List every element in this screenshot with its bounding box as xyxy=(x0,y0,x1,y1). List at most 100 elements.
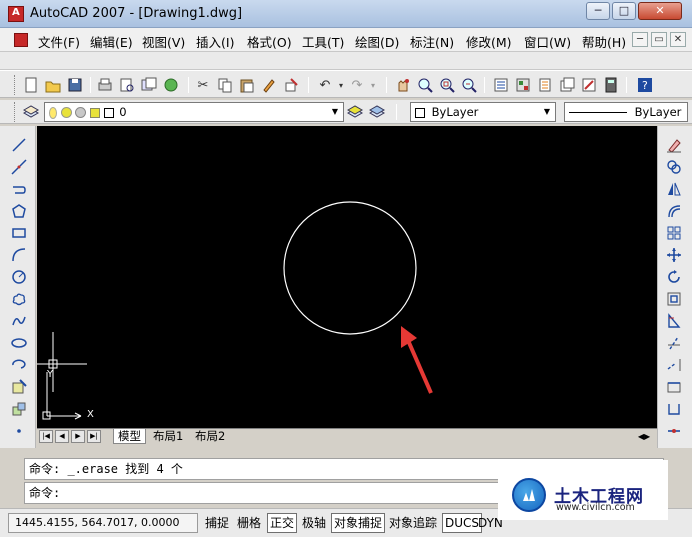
snap-toggle[interactable]: 捕捉 xyxy=(202,513,232,533)
zoom-window-icon[interactable] xyxy=(438,76,456,94)
menu-edit[interactable]: 编辑(E) xyxy=(90,32,133,51)
design-center-icon[interactable] xyxy=(514,76,532,94)
close-button[interactable]: ✕ xyxy=(638,2,682,20)
menu-dimension[interactable]: 标注(N) xyxy=(410,32,454,51)
tab-model[interactable]: 模型 xyxy=(113,429,146,444)
move-icon[interactable] xyxy=(664,246,684,264)
point-icon[interactable] xyxy=(9,422,29,440)
doc-restore-button[interactable]: ▭ xyxy=(651,32,667,47)
scroll-right-icon[interactable]: ◀▶ xyxy=(637,430,651,443)
maximize-button[interactable]: □ xyxy=(612,2,636,20)
coordinate-readout[interactable]: 1445.4155, 564.7017, 0.0000 xyxy=(8,513,198,533)
construction-line-icon[interactable] xyxy=(9,158,29,176)
pan-icon[interactable] xyxy=(394,76,412,94)
menu-view[interactable]: 视图(V) xyxy=(142,32,185,51)
color-swatch xyxy=(415,107,425,118)
polar-toggle[interactable]: 极轴 xyxy=(299,513,329,533)
plot-icon[interactable] xyxy=(96,76,114,94)
last-tab-button[interactable]: ▶| xyxy=(87,430,101,443)
toolbar-grip[interactable] xyxy=(14,75,17,95)
next-tab-button[interactable]: ▶ xyxy=(71,430,85,443)
save-icon[interactable] xyxy=(66,76,84,94)
block-editor-icon[interactable] xyxy=(282,76,300,94)
trim-icon[interactable] xyxy=(664,334,684,352)
publish-icon[interactable] xyxy=(140,76,158,94)
rotate-icon[interactable] xyxy=(664,268,684,286)
minimize-button[interactable]: ─ xyxy=(586,2,610,20)
zoom-realtime-icon[interactable] xyxy=(416,76,434,94)
toolbar-grip[interactable] xyxy=(14,102,17,122)
first-tab-button[interactable]: |◀ xyxy=(39,430,53,443)
menu-file[interactable]: 文件(F) xyxy=(38,32,80,51)
menu-insert[interactable]: 插入(I) xyxy=(196,32,234,51)
autocad-app-icon[interactable] xyxy=(8,6,24,22)
markup-set-manager-icon[interactable] xyxy=(580,76,598,94)
otrack-toggle[interactable]: 对象追踪 xyxy=(386,513,440,533)
layer-combo[interactable]: 0 ▼ xyxy=(44,102,344,122)
doc-close-button[interactable]: ✕ xyxy=(670,32,686,47)
erase-icon[interactable] xyxy=(664,136,684,154)
drawn-circle[interactable] xyxy=(283,201,417,335)
open-file-icon[interactable] xyxy=(44,76,62,94)
cut-icon[interactable]: ✂ xyxy=(194,76,212,94)
quickcalc-icon[interactable] xyxy=(602,76,620,94)
break-at-point-icon[interactable] xyxy=(664,378,684,396)
join-icon[interactable] xyxy=(664,422,684,440)
3d-dwf-icon[interactable] xyxy=(162,76,180,94)
polygon-icon[interactable] xyxy=(9,202,29,220)
drawing-canvas[interactable]: X Y xyxy=(37,126,657,428)
sheet-set-manager-icon[interactable] xyxy=(558,76,576,94)
paste-icon[interactable] xyxy=(238,76,256,94)
copy-object-icon[interactable] xyxy=(664,158,684,176)
revision-cloud-icon[interactable] xyxy=(9,290,29,308)
doc-minimize-button[interactable]: ─ xyxy=(632,32,648,47)
menu-help[interactable]: 帮助(H) xyxy=(582,32,626,51)
prev-tab-button[interactable]: ◀ xyxy=(55,430,69,443)
layer-manager-icon[interactable] xyxy=(22,103,40,121)
chevron-down-icon[interactable]: ▼ xyxy=(541,105,553,119)
toolbar-separator xyxy=(626,77,627,93)
rectangle-icon[interactable] xyxy=(9,224,29,242)
copy-icon[interactable] xyxy=(216,76,234,94)
redo-dropdown-icon[interactable]: ▾ xyxy=(364,76,382,94)
ellipse-arc-icon[interactable] xyxy=(9,356,29,374)
spline-icon[interactable] xyxy=(9,312,29,330)
make-object-layer-current-icon[interactable] xyxy=(346,103,364,121)
tool-palettes-icon[interactable] xyxy=(536,76,554,94)
polyline-icon[interactable] xyxy=(9,180,29,198)
stretch-icon[interactable] xyxy=(664,312,684,330)
mirror-icon[interactable] xyxy=(664,180,684,198)
ellipse-icon[interactable] xyxy=(9,334,29,352)
scale-icon[interactable] xyxy=(664,290,684,308)
layer-previous-icon[interactable] xyxy=(368,103,386,121)
new-file-icon[interactable] xyxy=(22,76,40,94)
menu-modify[interactable]: 修改(M) xyxy=(466,32,512,51)
tab-layout1[interactable]: 布局1 xyxy=(149,429,187,444)
linetype-combo[interactable]: ByLayer xyxy=(564,102,688,122)
arc-icon[interactable] xyxy=(9,246,29,264)
tab-layout2[interactable]: 布局2 xyxy=(191,429,229,444)
menu-draw[interactable]: 绘图(D) xyxy=(355,32,399,51)
offset-icon[interactable] xyxy=(664,202,684,220)
extend-icon[interactable] xyxy=(664,356,684,374)
match-properties-icon[interactable] xyxy=(260,76,278,94)
help-icon[interactable]: ? xyxy=(636,76,654,94)
properties-icon[interactable] xyxy=(492,76,510,94)
osnap-toggle[interactable]: 对象捕捉 xyxy=(331,513,386,533)
menu-tools[interactable]: 工具(T) xyxy=(302,32,344,51)
color-combo[interactable]: ByLayer ▼ xyxy=(410,102,556,122)
plot-preview-icon[interactable] xyxy=(118,76,136,94)
insert-block-icon[interactable] xyxy=(9,378,29,396)
ortho-toggle[interactable]: 正交 xyxy=(267,513,298,533)
zoom-previous-icon[interactable] xyxy=(460,76,478,94)
chevron-down-icon[interactable]: ▼ xyxy=(329,105,341,119)
break-icon[interactable] xyxy=(664,400,684,418)
make-block-icon[interactable] xyxy=(9,400,29,418)
grid-toggle[interactable]: 栅格 xyxy=(234,513,264,533)
document-icon[interactable] xyxy=(14,33,28,47)
array-icon[interactable] xyxy=(664,224,684,242)
menu-format[interactable]: 格式(O) xyxy=(247,32,292,51)
circle-icon[interactable] xyxy=(9,268,29,286)
menu-window[interactable]: 窗口(W) xyxy=(524,32,571,51)
line-icon[interactable] xyxy=(9,136,29,154)
